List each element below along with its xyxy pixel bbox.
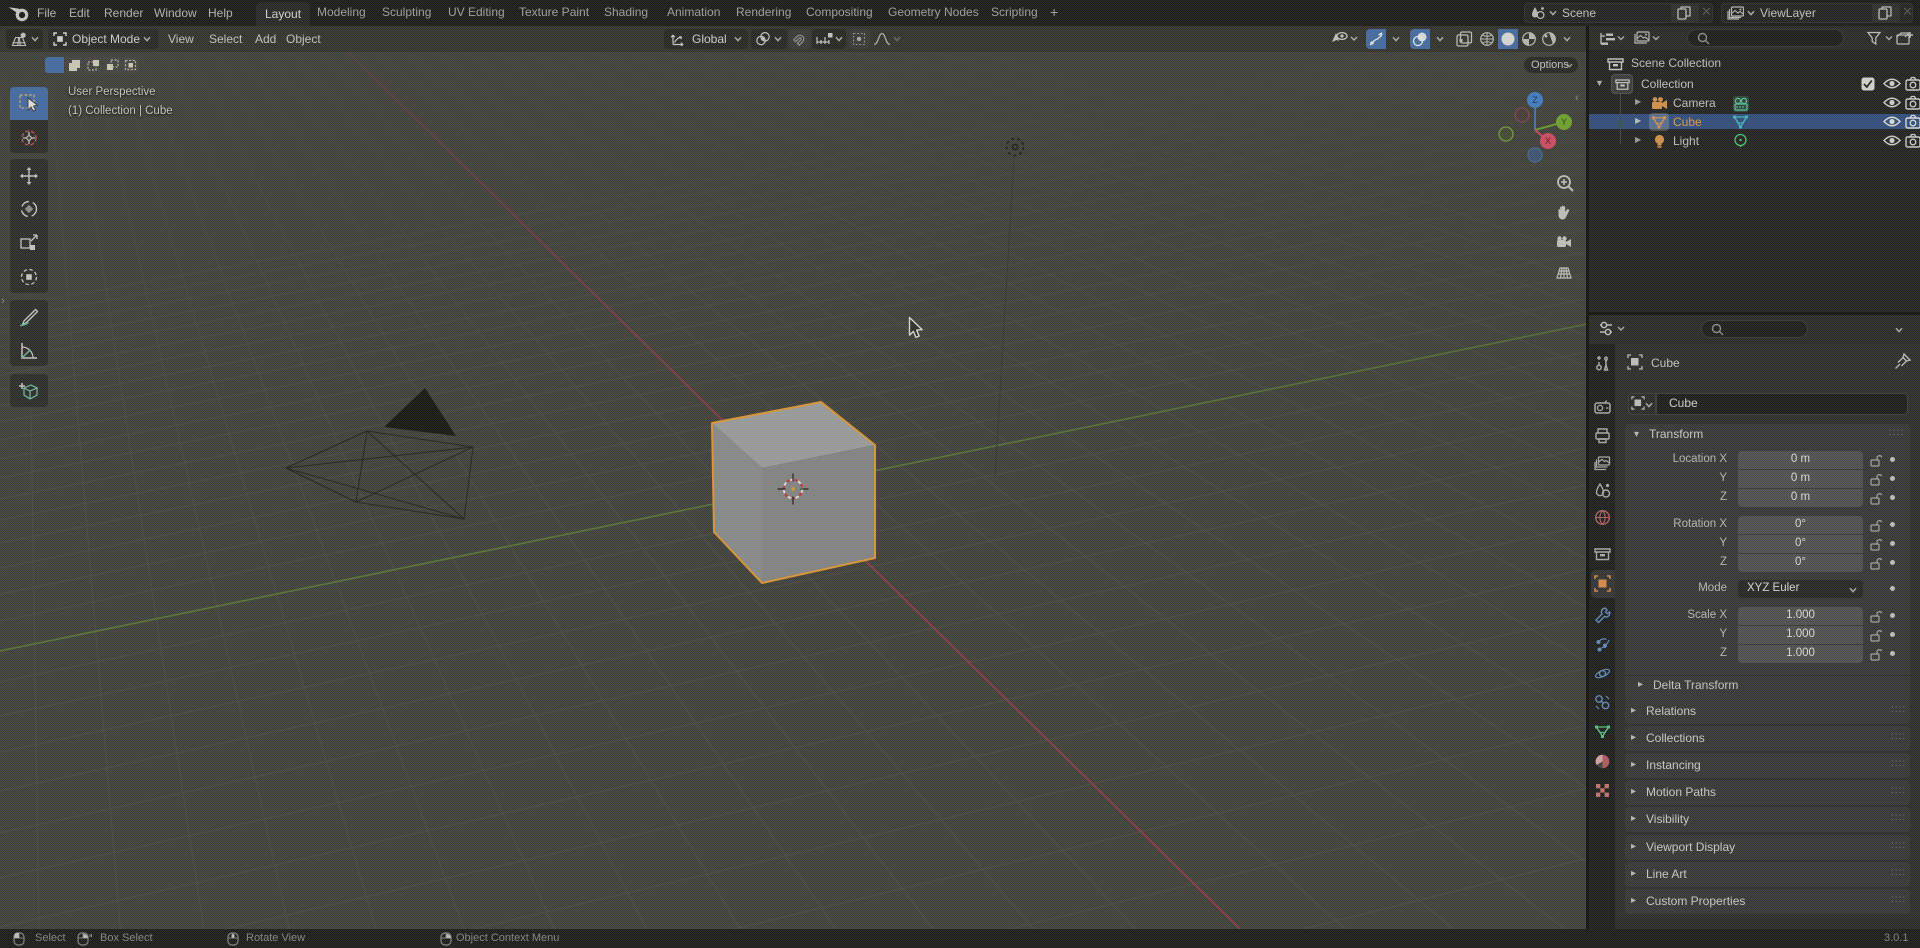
svg-text:Z: Z: [1532, 95, 1538, 105]
svg-text:Y: Y: [1561, 117, 1567, 127]
svg-text:X: X: [1545, 136, 1551, 146]
